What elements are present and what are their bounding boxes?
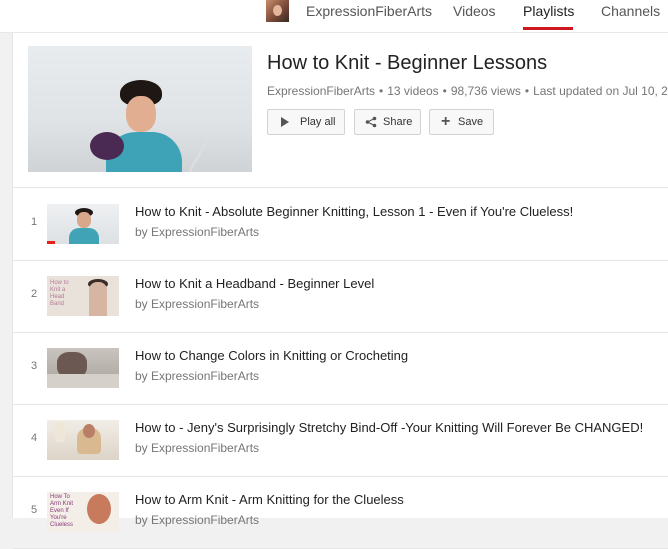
playlist-meta: ExpressionFiberArts • 13 videos • 98,736 vie… bbox=[267, 84, 668, 98]
thumbnail-overlay-text: How to Knit a Head Band bbox=[50, 280, 69, 307]
playlist-title: How to Knit - Beginner Lessons bbox=[267, 52, 548, 74]
video-title-link[interactable]: How to Arm Knit - Arm Knitting for the C… bbox=[135, 492, 404, 507]
video-title-link[interactable]: How to Knit a Headband - Beginner Level bbox=[135, 276, 374, 291]
thumbnail-overlay-text: How To Arm Knit Even If You're Clueless bbox=[50, 494, 74, 528]
playlist-video-row[interactable]: 1 How to Knit - Absolute Beginner Knitti… bbox=[13, 188, 668, 261]
video-byline[interactable]: by ExpressionFiberArts bbox=[135, 369, 259, 383]
video-thumbnail[interactable] bbox=[47, 204, 119, 244]
share-label: Share bbox=[383, 116, 413, 128]
watch-progress-bar bbox=[47, 241, 55, 244]
video-index: 4 bbox=[31, 432, 38, 444]
video-thumbnail[interactable] bbox=[47, 348, 119, 388]
video-byline[interactable]: by ExpressionFiberArts bbox=[135, 513, 259, 527]
play-all-label: Play all bbox=[300, 116, 336, 128]
video-title-link[interactable]: How to Knit - Absolute Beginner Knitting… bbox=[135, 204, 573, 219]
video-index: 5 bbox=[31, 504, 38, 516]
playlist-video-row[interactable]: 3 How to Change Colors in Knitting or Cr… bbox=[13, 332, 668, 405]
tab-videos[interactable]: Videos bbox=[453, 3, 496, 19]
playlist-video-row[interactable]: 2 How to Knit a Head Band How to Knit a … bbox=[13, 260, 668, 333]
video-title-link[interactable]: How to - Jeny's Surprisingly Stretchy Bi… bbox=[135, 420, 643, 435]
save-label: Save bbox=[458, 116, 484, 128]
tab-channels[interactable]: Channels bbox=[601, 3, 660, 19]
channel-avatar[interactable] bbox=[266, 0, 289, 22]
last-updated: Last updated on Jul 10, 20 bbox=[533, 84, 668, 98]
playlist-thumbnail[interactable] bbox=[28, 46, 252, 172]
video-count: 13 videos bbox=[387, 84, 439, 98]
playlist-video-row[interactable]: 5 How To Arm Knit Even If You're Clueles… bbox=[13, 476, 668, 549]
video-byline[interactable]: by ExpressionFiberArts bbox=[135, 441, 259, 455]
video-byline[interactable]: by ExpressionFiberArts bbox=[135, 297, 259, 311]
play-all-button[interactable]: Play all bbox=[267, 109, 345, 135]
channel-nav-bar: ExpressionFiberArts Videos Playlists Cha… bbox=[0, 0, 668, 33]
tab-playlists[interactable]: Playlists bbox=[523, 3, 574, 19]
video-byline[interactable]: by ExpressionFiberArts bbox=[135, 225, 259, 239]
video-thumbnail[interactable]: How To Arm Knit Even If You're Clueless bbox=[47, 492, 119, 532]
selected-tab-indicator bbox=[523, 27, 573, 30]
save-button[interactable]: + Save bbox=[429, 109, 494, 135]
video-index: 3 bbox=[31, 360, 38, 372]
video-index: 1 bbox=[31, 216, 38, 228]
plus-icon: + bbox=[441, 113, 451, 130]
playlist-panel: How to Knit - Beginner Lessons Expressio… bbox=[12, 33, 668, 549]
play-icon bbox=[281, 117, 289, 127]
playlist-channel-link[interactable]: ExpressionFiberArts bbox=[267, 84, 375, 98]
view-count: 98,736 views bbox=[450, 84, 521, 98]
video-thumbnail[interactable]: How to Knit a Head Band bbox=[47, 276, 119, 316]
share-button[interactable]: Share bbox=[354, 109, 421, 135]
video-thumbnail[interactable] bbox=[47, 420, 119, 460]
channel-name-link[interactable]: ExpressionFiberArts bbox=[306, 3, 432, 19]
video-title-link[interactable]: How to Change Colors in Knitting or Croc… bbox=[135, 348, 408, 363]
playlist-video-row[interactable]: 4 How to - Jeny's Surprisingly Stretchy … bbox=[13, 404, 668, 477]
share-icon bbox=[365, 116, 377, 128]
video-index: 2 bbox=[31, 288, 38, 300]
playlist-header: How to Knit - Beginner Lessons Expressio… bbox=[13, 33, 668, 188]
